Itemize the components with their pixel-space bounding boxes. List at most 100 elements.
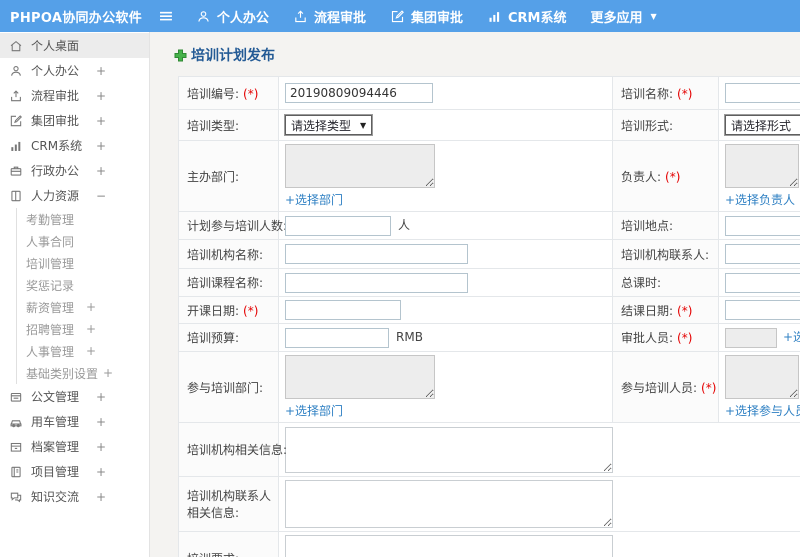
topmenu-more-apps[interactable]: 更多应用 ▼ bbox=[590, 7, 656, 26]
sidebar-item-desktop[interactable]: 个人桌面 bbox=[0, 33, 149, 58]
leader-textarea[interactable] bbox=[725, 144, 799, 188]
budget-input[interactable] bbox=[285, 327, 389, 348]
sidebar-sub-label: 基础类别设置 bbox=[26, 366, 99, 381]
sidebar-item-group-approval[interactable]: 集团审批 + bbox=[0, 108, 149, 133]
start-date-input[interactable] bbox=[285, 300, 401, 320]
org-info-textarea[interactable] bbox=[285, 426, 613, 473]
training-no-input[interactable] bbox=[285, 83, 433, 103]
select-dept-link[interactable]: +选择部门 bbox=[285, 402, 343, 419]
expand-icon[interactable]: + bbox=[96, 490, 106, 504]
expand-icon[interactable]: + bbox=[96, 415, 106, 429]
sidebar-item-label: CRM系统 bbox=[31, 139, 83, 153]
user-icon bbox=[9, 64, 23, 78]
training-location-input[interactable] bbox=[725, 215, 800, 236]
sidebar-item-vehicles[interactable]: 用车管理 + bbox=[0, 409, 149, 434]
sidebar-item-projects[interactable]: 项目管理 + bbox=[0, 459, 149, 484]
sidebar-sub-recruitment[interactable]: 招聘管理 + bbox=[17, 318, 149, 340]
sidebar-sub-hr-contract[interactable]: 人事合同 bbox=[17, 230, 149, 252]
field-label: 参与培训人员: (*) bbox=[612, 351, 719, 423]
select-leader-link[interactable]: +选择负责人 bbox=[725, 191, 795, 208]
document-icon bbox=[9, 390, 23, 404]
expand-icon[interactable]: + bbox=[96, 440, 106, 454]
field-label: 培训编号: (*) bbox=[178, 76, 279, 110]
field-label: 培训名称: (*) bbox=[612, 76, 719, 110]
sidebar-sub-base-category[interactable]: 基础类别设置 + bbox=[17, 362, 149, 384]
sidebar-item-hr[interactable]: 人力资源 − bbox=[0, 183, 149, 208]
select-dept-link[interactable]: +选择部门 bbox=[285, 191, 343, 208]
select-approver-link[interactable]: +选择审批人员 bbox=[783, 330, 800, 344]
topmenu-label: 个人办公 bbox=[216, 10, 269, 26]
training-name-input[interactable] bbox=[725, 83, 800, 103]
archive-icon bbox=[9, 440, 23, 454]
sidebar-item-label: 个人办公 bbox=[31, 64, 80, 78]
select-participants-link[interactable]: +选择参与人员 bbox=[725, 402, 800, 419]
sidebar-sub-attendance[interactable]: 考勤管理 bbox=[17, 208, 149, 230]
planned-participants-input[interactable] bbox=[285, 215, 391, 236]
field-label: 培训机构相关信息: bbox=[178, 422, 287, 477]
topmenu-workflow-approval[interactable]: 流程审批 bbox=[293, 7, 366, 26]
sidebar-item-label: 档案管理 bbox=[31, 440, 80, 454]
training-type-select[interactable]: 请选择类型 ▼ bbox=[285, 115, 373, 135]
topmenu-personal-office[interactable]: 个人办公 bbox=[196, 7, 269, 26]
field-label: 培训机构名称: bbox=[178, 239, 279, 269]
sidebar-item-documents[interactable]: 公文管理 + bbox=[0, 384, 149, 409]
sidebar-item-knowledge[interactable]: 知识交流 + bbox=[0, 484, 149, 509]
org-contact-info-textarea[interactable] bbox=[285, 480, 613, 528]
sidebar-item-archives[interactable]: 档案管理 + bbox=[0, 434, 149, 459]
sidebar-item-label: 用车管理 bbox=[31, 415, 80, 429]
topmenu-group-approval[interactable]: 集团审批 bbox=[390, 7, 463, 26]
upload-icon bbox=[293, 9, 308, 24]
training-requirements-textarea[interactable] bbox=[285, 535, 613, 557]
sidebar: 个人桌面 个人办公 + 流程审批 + 集团审批 + CRM系统 + 行政办公 + bbox=[0, 32, 150, 557]
field-label: 培训形式: bbox=[612, 109, 719, 141]
topmenu-label: 集团审批 bbox=[410, 10, 463, 26]
course-name-input[interactable] bbox=[285, 272, 468, 293]
clipboard-icon bbox=[9, 465, 23, 479]
participants-textarea[interactable] bbox=[725, 355, 799, 399]
field-label: 审批人员: (*) bbox=[612, 323, 719, 352]
end-date-input[interactable] bbox=[725, 300, 800, 320]
bar-chart-icon bbox=[487, 9, 502, 24]
sidebar-item-admin-office[interactable]: 行政办公 + bbox=[0, 158, 149, 183]
expand-icon[interactable]: + bbox=[96, 114, 106, 128]
expand-icon[interactable]: + bbox=[96, 64, 106, 78]
sidebar-item-workflow-approval[interactable]: 流程审批 + bbox=[0, 83, 149, 108]
total-hours-input[interactable] bbox=[725, 272, 800, 293]
org-name-input[interactable] bbox=[285, 244, 468, 264]
expand-icon[interactable]: + bbox=[96, 139, 106, 153]
expand-icon[interactable]: + bbox=[86, 300, 96, 314]
sidebar-sub-rewards[interactable]: 奖惩记录 bbox=[17, 274, 149, 296]
field-label: 负责人: (*) bbox=[612, 140, 719, 212]
sidebar-sub-personnel[interactable]: 人事管理 + bbox=[17, 340, 149, 362]
field-label: 总课时: bbox=[612, 268, 719, 297]
sidebar-item-crm[interactable]: CRM系统 + bbox=[0, 133, 149, 158]
main-content: 培训计划发布 培训编号:(*) 培训名称:(*) 培训类型: 请选择类型▼ 培训… bbox=[150, 32, 800, 557]
sidebar-sub-salary[interactable]: 薪资管理 + bbox=[17, 296, 149, 318]
sidebar-item-personal-office[interactable]: 个人办公 + bbox=[0, 58, 149, 83]
unit-label: 人 bbox=[398, 218, 411, 232]
sidebar-sub-training[interactable]: 培训管理 bbox=[17, 252, 149, 274]
collapse-icon[interactable]: − bbox=[96, 189, 106, 203]
training-plan-form: 培训编号:(*) 培训名称:(*) 培训类型: 请选择类型▼ 培训形式: 请选择… bbox=[178, 76, 800, 557]
host-dept-textarea[interactable] bbox=[285, 144, 435, 188]
expand-icon[interactable]: + bbox=[86, 344, 96, 358]
topmenu-crm[interactable]: CRM系统 bbox=[487, 7, 566, 26]
expand-icon[interactable]: + bbox=[103, 366, 113, 380]
required-mark: (*) bbox=[243, 303, 259, 318]
hamburger-menu-icon[interactable]: ≡ bbox=[158, 6, 174, 26]
expand-icon[interactable]: + bbox=[96, 465, 106, 479]
sidebar-sub-label: 人事合同 bbox=[26, 234, 75, 249]
add-icon bbox=[174, 49, 187, 62]
sidebar-sub-label: 考勤管理 bbox=[26, 212, 75, 227]
expand-icon[interactable]: + bbox=[96, 164, 106, 178]
book-icon bbox=[9, 189, 23, 203]
org-contact-input[interactable] bbox=[725, 244, 800, 264]
sidebar-item-label: 项目管理 bbox=[31, 465, 80, 479]
expand-icon[interactable]: + bbox=[96, 390, 106, 404]
expand-icon[interactable]: + bbox=[96, 89, 106, 103]
approver-input[interactable] bbox=[725, 327, 777, 348]
sidebar-item-label: 集团审批 bbox=[31, 114, 80, 128]
participating-dept-textarea[interactable] bbox=[285, 355, 435, 399]
training-form-select[interactable]: 请选择形式▼ bbox=[725, 115, 800, 135]
expand-icon[interactable]: + bbox=[86, 322, 96, 336]
